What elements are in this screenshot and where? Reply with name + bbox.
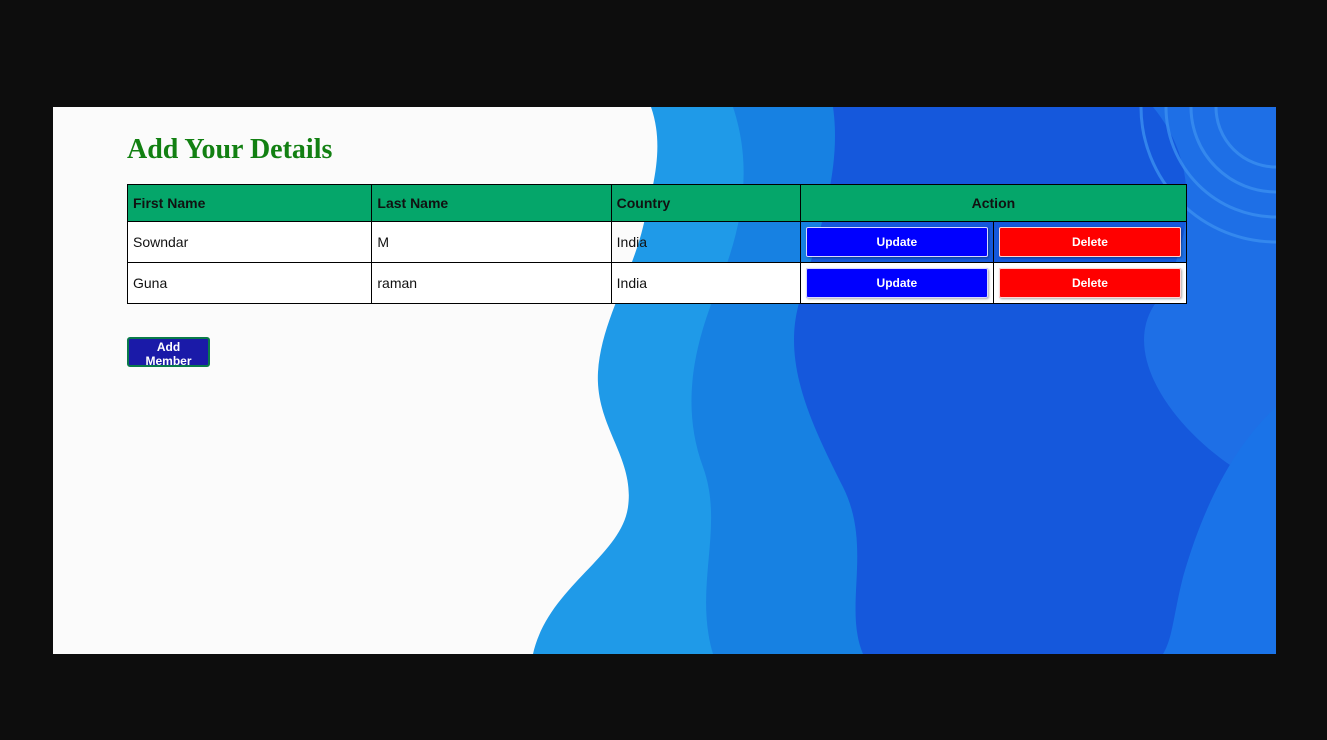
cell-delete: Delete xyxy=(992,221,1188,263)
cell-update: Update xyxy=(799,262,994,304)
delete-button[interactable]: Delete xyxy=(998,227,1181,257)
header-action: Action xyxy=(799,184,1188,222)
cell-first-name: Sowndar xyxy=(126,221,373,263)
cell-country: India xyxy=(610,262,801,304)
table-header-row: First Name Last Name Country Action xyxy=(126,184,1188,222)
members-table: First Name Last Name Country Action Sown… xyxy=(126,184,1188,304)
cell-delete: Delete xyxy=(992,262,1188,304)
cell-country: India xyxy=(610,221,801,263)
browser-viewport: Add Your Details First Name Last Name Co… xyxy=(53,107,1276,654)
header-country: Country xyxy=(610,184,801,222)
header-last-name: Last Name xyxy=(371,184,612,222)
cell-update: Update xyxy=(799,221,994,263)
delete-button[interactable]: Delete xyxy=(998,268,1181,298)
cell-last-name: raman xyxy=(371,262,612,304)
add-member-button[interactable]: Add Member xyxy=(127,337,210,368)
table-row: Guna raman India Update Delete xyxy=(126,262,1188,304)
update-button[interactable]: Update xyxy=(805,227,988,257)
header-first-name: First Name xyxy=(126,184,373,222)
cell-first-name: Guna xyxy=(126,262,373,304)
cell-last-name: M xyxy=(371,221,612,263)
page-title: Add Your Details xyxy=(127,134,333,165)
table-row: Sowndar M India Update Delete xyxy=(126,221,1188,263)
update-button[interactable]: Update xyxy=(805,268,988,298)
